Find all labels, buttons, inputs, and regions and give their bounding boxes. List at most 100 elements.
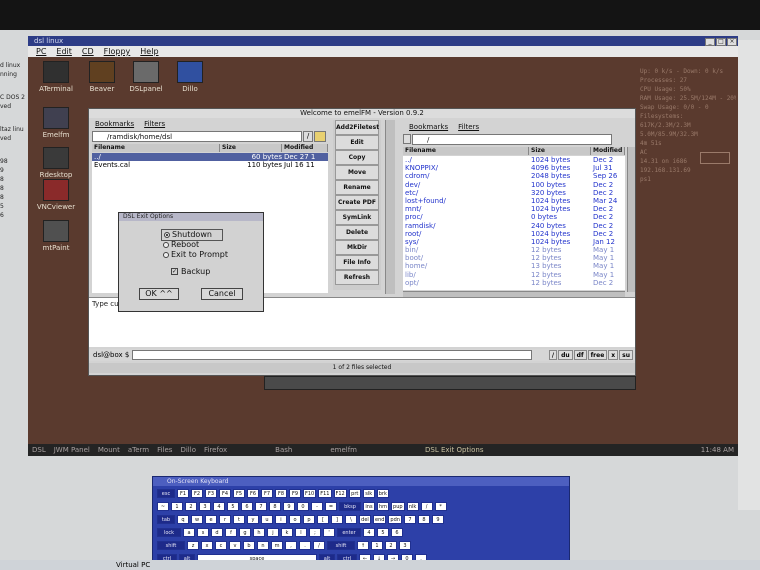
key-F6[interactable]: F6: [247, 489, 259, 498]
key-z[interactable]: z: [187, 541, 199, 550]
left-filters-menu[interactable]: Filters: [144, 119, 165, 129]
key-bksp[interactable]: bksp: [339, 502, 361, 511]
button-create-pdf[interactable]: Create PDF: [335, 195, 379, 210]
desktop-icon-emelfm[interactable]: Emelfm: [30, 107, 82, 139]
key-nlk[interactable]: nlk: [406, 502, 419, 511]
key-F2[interactable]: F2: [191, 489, 203, 498]
file-row[interactable]: mnt/1024 bytes Dec 2: [403, 205, 625, 213]
key-hm[interactable]: hm: [377, 502, 390, 511]
key-][interactable]: ]: [331, 515, 343, 524]
cmd-button[interactable]: du: [558, 350, 573, 360]
host-taskbar-label[interactable]: Virtual PC: [116, 560, 150, 570]
key-2[interactable]: 2: [185, 502, 197, 511]
right-col-size[interactable]: Size: [529, 147, 591, 155]
key-*[interactable]: *: [434, 502, 447, 511]
taskbar-item[interactable]: Mount: [94, 444, 124, 456]
key-F3[interactable]: F3: [205, 489, 217, 498]
key--[interactable]: -: [311, 502, 323, 511]
maximize-icon[interactable]: □: [716, 38, 726, 46]
taskbar-item[interactable]: aTerm: [124, 444, 153, 456]
desktop-icon-vncviewer[interactable]: VNCviewer: [30, 179, 82, 211]
key-F8[interactable]: F8: [275, 489, 287, 498]
key-pdn[interactable]: pdn: [388, 515, 402, 524]
key-c[interactable]: c: [215, 541, 227, 550]
key-g[interactable]: g: [239, 528, 251, 537]
left-folder-icon[interactable]: [314, 131, 326, 142]
vm-menu-floppy[interactable]: Floppy: [104, 46, 131, 57]
key-;[interactable]: ;: [309, 528, 321, 537]
vm-menu-cd[interactable]: CD: [82, 46, 94, 57]
button-copy[interactable]: Copy: [335, 150, 379, 165]
file-row[interactable]: home/13 bytes May 1: [403, 262, 625, 270]
button-move[interactable]: Move: [335, 165, 379, 180]
taskbar-item[interactable]: DSL: [28, 444, 50, 456]
vm-menu-edit[interactable]: Edit: [56, 46, 72, 57]
key-k[interactable]: k: [281, 528, 293, 537]
command-input[interactable]: [132, 350, 533, 360]
key-F1[interactable]: F1: [177, 489, 189, 498]
key-F4[interactable]: F4: [219, 489, 231, 498]
file-row[interactable]: Events.cal 110 bytes Jul 16 11: [92, 161, 328, 169]
key-7[interactable]: 7: [255, 502, 267, 511]
key-i[interactable]: i: [275, 515, 287, 524]
right-scrollbar[interactable]: [627, 147, 635, 292]
key-p[interactable]: p: [303, 515, 315, 524]
key-b[interactable]: b: [243, 541, 255, 550]
key-3[interactable]: 3: [399, 541, 411, 550]
key-u[interactable]: u: [261, 515, 273, 524]
button-rename[interactable]: Rename: [335, 180, 379, 195]
key-shift[interactable]: shift: [327, 541, 355, 550]
cmd-button[interactable]: df: [573, 350, 587, 360]
cmd-button[interactable]: /: [548, 350, 558, 360]
taskbar-item[interactable]: JWM Panel: [50, 444, 94, 456]
vm-menu-help[interactable]: Help: [140, 46, 158, 57]
option-exit-to-prompt[interactable]: Exit to Prompt: [163, 250, 228, 260]
key-l[interactable]: l: [295, 528, 307, 537]
key-tab[interactable]: tab: [157, 515, 175, 524]
file-row[interactable]: lost+found/1024 bytes Mar 24: [403, 197, 625, 205]
key-y[interactable]: y: [247, 515, 259, 524]
key-8[interactable]: 8: [269, 502, 281, 511]
key-0[interactable]: 0: [297, 502, 309, 511]
backup-checkbox[interactable]: ✓ Backup: [171, 267, 210, 277]
file-row[interactable]: lib/12 bytes May 1: [403, 271, 625, 279]
desktop-icon-aterminal[interactable]: ATerminal: [30, 61, 82, 93]
key-x[interactable]: x: [201, 541, 213, 550]
key-v[interactable]: v: [229, 541, 241, 550]
key-q[interactable]: q: [177, 515, 189, 524]
key-9[interactable]: 9: [431, 515, 444, 524]
key-5[interactable]: 5: [227, 502, 239, 511]
key-esc[interactable]: esc: [157, 489, 175, 498]
desktop-icon-dillo[interactable]: Dillo: [164, 61, 216, 93]
button-refresh[interactable]: Refresh: [335, 270, 379, 285]
key-j[interactable]: j: [267, 528, 279, 537]
key-/[interactable]: /: [420, 502, 433, 511]
button-add2filetest[interactable]: Add2Filetest: [335, 120, 379, 135]
key-F10[interactable]: F10: [303, 489, 317, 498]
key-f[interactable]: f: [225, 528, 237, 537]
button-edit[interactable]: Edit: [335, 135, 379, 150]
file-row[interactable]: root/1024 bytes Dec 2: [403, 230, 625, 238]
file-row[interactable]: bin/12 bytes May 1: [403, 246, 625, 254]
key-8[interactable]: 8: [417, 515, 430, 524]
key-\[interactable]: \: [345, 515, 357, 524]
key-5[interactable]: 5: [377, 528, 389, 537]
key-4[interactable]: 4: [363, 528, 375, 537]
middle-scrollbar[interactable]: [385, 120, 395, 294]
key-t[interactable]: t: [233, 515, 245, 524]
file-row[interactable]: opt/12 bytes Dec 2: [403, 279, 625, 287]
key-↑[interactable]: ↑: [357, 541, 369, 550]
right-filters-menu[interactable]: Filters: [458, 122, 479, 132]
key-n[interactable]: n: [257, 541, 269, 550]
key-6[interactable]: 6: [241, 502, 253, 511]
key-F12[interactable]: F12: [333, 489, 347, 498]
left-path-input[interactable]: /ramdisk/home/dsl: [92, 131, 302, 142]
key-pup[interactable]: pup: [391, 502, 405, 511]
left-path-go-button[interactable]: /: [303, 131, 313, 142]
key-9[interactable]: 9: [283, 502, 295, 511]
key-end[interactable]: end: [373, 515, 387, 524]
key-m[interactable]: m: [271, 541, 283, 550]
taskbar-item[interactable]: emelfm: [326, 444, 361, 456]
close-icon[interactable]: ×: [727, 38, 737, 46]
key-brk[interactable]: brk: [376, 489, 389, 498]
